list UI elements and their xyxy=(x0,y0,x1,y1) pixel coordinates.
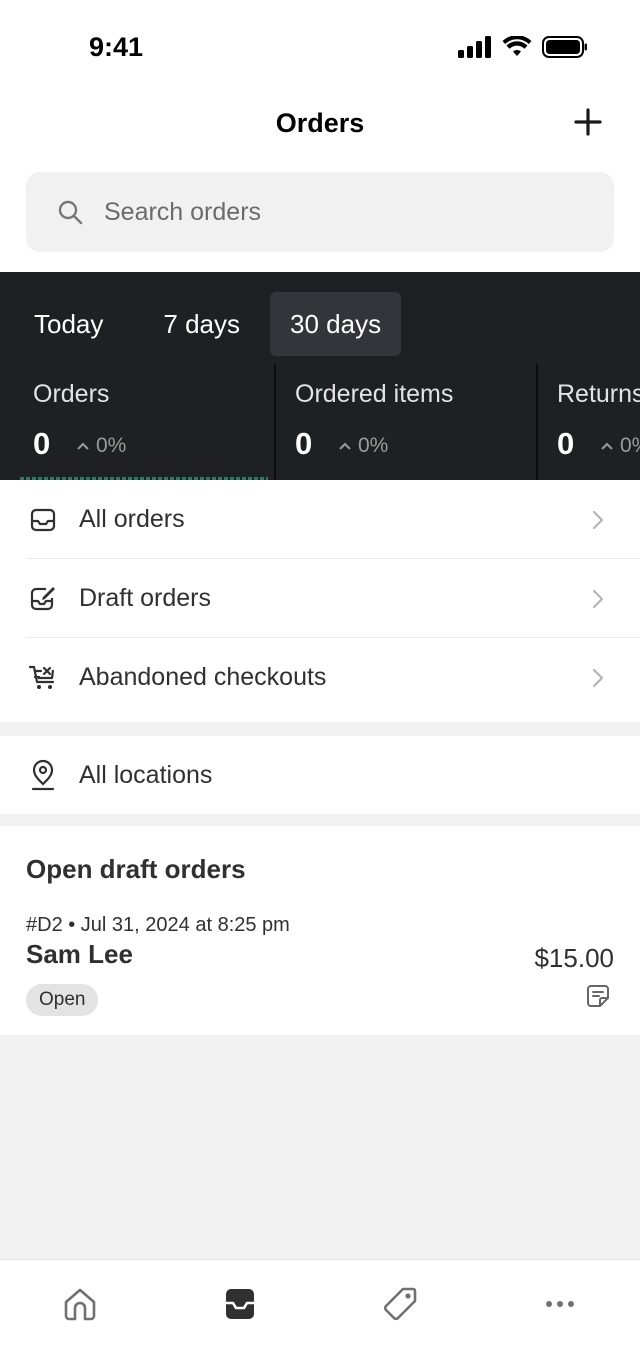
range-tab-7-days[interactable]: 7 days xyxy=(143,292,260,356)
draft-order-meta: #D2 • Jul 31, 2024 at 8:25 pm xyxy=(26,914,290,936)
metric-value: 0 xyxy=(295,426,313,461)
metric-value: 0 xyxy=(33,426,51,461)
metric-change-value: 0% xyxy=(96,434,127,457)
status-bar: 9:41 xyxy=(0,0,640,94)
add-order-button[interactable] xyxy=(570,104,606,140)
open-draft-orders-section: Open draft orders #D2 • Jul 31, 2024 at … xyxy=(0,826,640,1035)
range-tab-30-days[interactable]: 30 days xyxy=(270,292,402,356)
cart-abandoned-icon xyxy=(28,663,58,693)
more-icon xyxy=(546,1301,574,1307)
page-header: Orders xyxy=(0,94,640,272)
metric-change-value: 0% xyxy=(358,434,389,457)
plus-icon xyxy=(574,108,602,136)
draft-order-customer: Sam Lee xyxy=(26,939,133,969)
inbox-icon xyxy=(28,505,58,535)
page-title: Orders xyxy=(275,108,365,138)
metric-card-ordered-items[interactable]: Ordered items 0 0% xyxy=(262,364,538,480)
nav-item-abandoned-checkouts[interactable]: Abandoned checkouts xyxy=(0,638,640,717)
nav-item-draft-orders[interactable]: Draft orders xyxy=(0,559,640,638)
status-time: 9:41 xyxy=(89,32,144,62)
date-range-tabs: Today 7 days 30 days xyxy=(0,292,411,356)
tab-home[interactable] xyxy=(58,1282,102,1326)
status-badge: Open xyxy=(26,984,99,1016)
status-icons xyxy=(458,36,588,58)
tab-products[interactable] xyxy=(378,1282,422,1326)
locations-label: All locations xyxy=(79,760,213,789)
nav-item-label: All orders xyxy=(79,505,185,533)
metric-label: Returns xyxy=(557,380,640,408)
note-icon xyxy=(587,985,609,1007)
metric-card-returns[interactable]: Returns 0 0% xyxy=(524,364,640,480)
location-pin-icon xyxy=(31,759,55,791)
search-input[interactable] xyxy=(104,197,544,227)
metric-value: 0 xyxy=(557,426,575,461)
chevron-up-icon xyxy=(339,442,351,450)
products-tag-icon xyxy=(383,1287,417,1321)
draft-order-icon xyxy=(28,584,58,614)
chevron-up-icon xyxy=(601,442,613,450)
order-stats-panel: Today 7 days 30 days Orders 0 0% Ordered… xyxy=(0,272,640,480)
chevron-right-icon xyxy=(592,589,604,608)
nav-item-all-orders[interactable]: All orders xyxy=(0,480,640,559)
chevron-right-icon xyxy=(592,668,604,687)
metric-label: Orders xyxy=(33,380,110,408)
nav-item-label: Abandoned checkouts xyxy=(79,663,327,691)
draft-order-amount: $15.00 xyxy=(534,943,614,973)
metric-card-orders[interactable]: Orders 0 0% xyxy=(0,364,274,480)
range-tab-today[interactable]: Today xyxy=(14,292,123,356)
metric-change: 0% xyxy=(600,434,640,458)
chevron-up-icon xyxy=(77,442,89,450)
search-icon xyxy=(58,200,83,225)
metric-change: 0% xyxy=(338,434,388,458)
bottom-tab-bar xyxy=(0,1259,640,1351)
metric-change-value: 0% xyxy=(620,434,640,457)
home-icon xyxy=(64,1288,96,1321)
metric-change: 0% xyxy=(76,434,126,458)
tab-orders[interactable] xyxy=(218,1282,262,1326)
metric-label: Ordered items xyxy=(295,380,454,408)
cellular-signal-icon xyxy=(458,36,491,58)
battery-icon xyxy=(542,36,587,58)
wifi-icon xyxy=(502,36,532,56)
chevron-right-icon xyxy=(592,510,604,529)
orders-nav-list: All orders Draft orders Abandoned checko… xyxy=(0,480,640,722)
nav-item-label: Draft orders xyxy=(79,584,211,612)
all-locations-row[interactable]: All locations xyxy=(0,736,640,814)
section-title: Open draft orders xyxy=(26,854,246,884)
search-bar[interactable] xyxy=(26,172,614,252)
tab-more[interactable] xyxy=(538,1282,582,1326)
orders-inbox-icon xyxy=(226,1289,254,1319)
